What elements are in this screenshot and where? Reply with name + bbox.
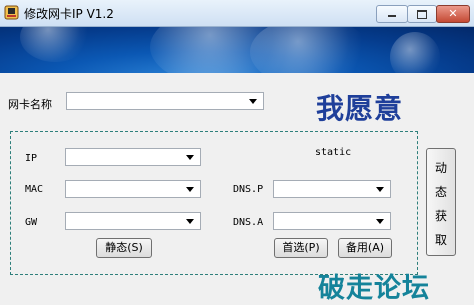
static-button[interactable]: 静态(S) [96,238,152,258]
minimize-icon [388,15,396,17]
window-title: 修改网卡IP V1.2 [24,7,114,21]
header-banner [0,27,474,73]
adapter-select[interactable] [66,92,264,110]
dynamic-button-char: 获 [434,209,447,223]
chevron-down-icon [249,99,257,104]
chevron-down-icon [186,187,194,192]
gw-label: GW [25,217,38,228]
primary-dns-button[interactable]: 首选(P) [274,238,328,258]
banner-bubble [250,27,370,73]
close-button[interactable]: ✕ [436,5,470,23]
chevron-down-icon [186,219,194,224]
chevron-down-icon [376,187,384,192]
dynamic-button-char: 态 [434,185,447,199]
ip-select[interactable] [65,148,201,166]
dynamic-button-char: 取 [434,233,447,247]
dynamic-button-char: 动 [434,161,447,175]
minimize-button[interactable] [376,5,408,23]
chevron-down-icon [376,219,384,224]
chevron-down-icon [186,155,194,160]
mac-label: MAC [25,184,44,195]
adapter-label: 网卡名称 [8,98,52,111]
title-bar: 修改网卡IP V1.2 ✕ [0,0,474,27]
mac-select[interactable] [65,180,201,198]
app-icon [4,5,19,20]
watermark-text: 破走论坛 [318,273,430,304]
maximize-button[interactable] [407,5,437,23]
banner-bubble [390,32,440,73]
dynamic-acquire-button[interactable]: 动 态 获 取 [426,148,456,256]
dns-alternate-label: DNS.A [233,217,264,228]
ip-label: IP [25,153,38,164]
maximize-icon [417,10,427,19]
gw-select[interactable] [65,212,201,230]
logo-text: 我愿意 [316,92,404,125]
mode-status: static [315,147,352,158]
backup-dns-button[interactable]: 备用(A) [338,238,392,258]
banner-bubble [20,27,90,62]
close-icon: ✕ [448,7,458,20]
dns-primary-select[interactable] [273,180,391,198]
dns-alternate-select[interactable] [273,212,391,230]
dns-primary-label: DNS.P [233,184,264,195]
